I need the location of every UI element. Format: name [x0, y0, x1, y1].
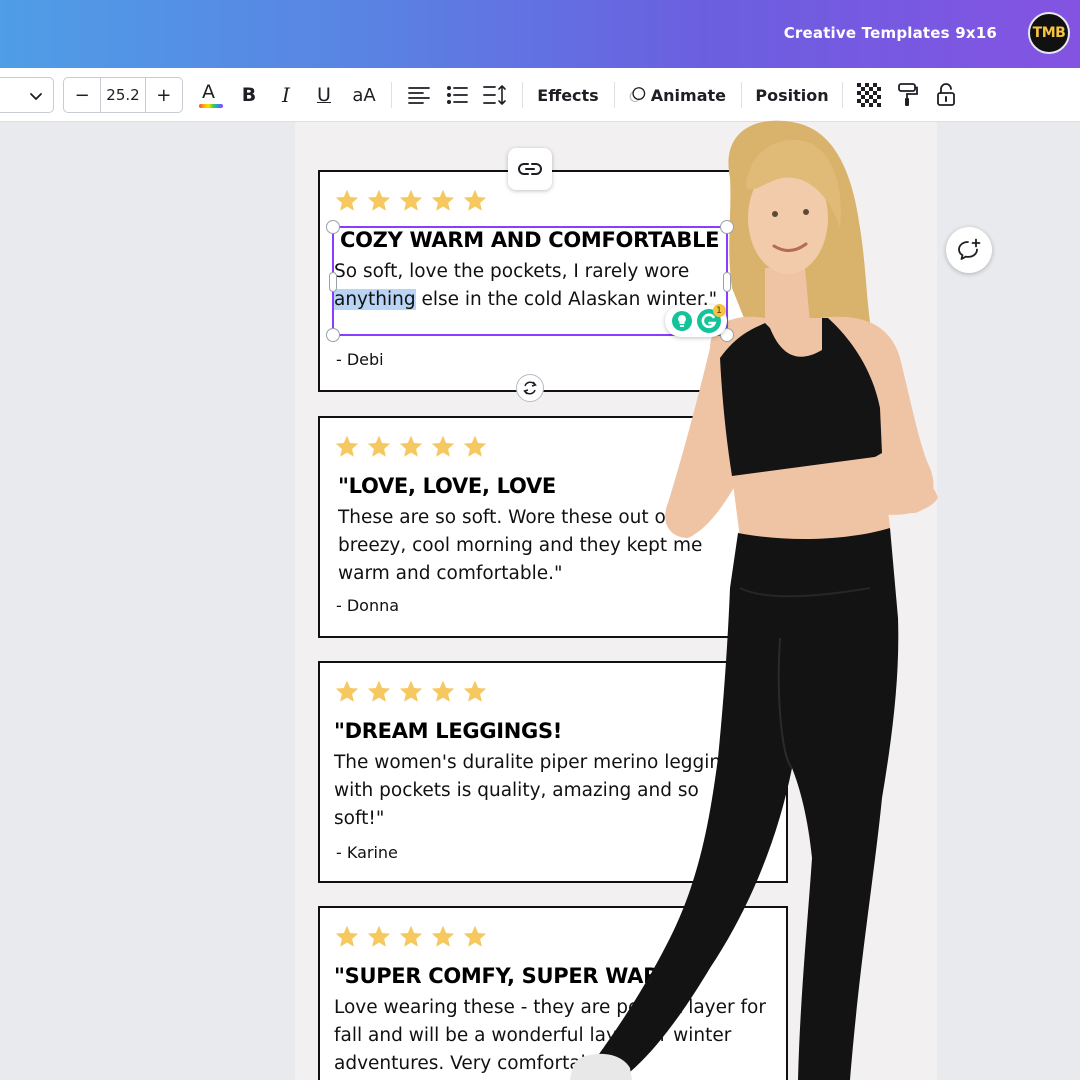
bold-button[interactable]: B — [236, 68, 262, 122]
font-dropdown[interactable] — [0, 77, 54, 113]
position-label: Position — [755, 85, 829, 105]
star-icon — [335, 680, 359, 702]
editor-header: Creative Templates 9x16 TMB — [0, 0, 1080, 68]
star-icon — [367, 435, 391, 457]
letter-case-button[interactable]: aA — [347, 68, 381, 122]
font-size-input[interactable]: 25.2 — [100, 78, 146, 112]
star-icon — [367, 680, 391, 702]
star-rating — [334, 434, 488, 460]
design-title[interactable]: Creative Templates 9x16 — [784, 24, 997, 42]
star-icon — [463, 680, 487, 702]
text-color-glyph: A — [202, 81, 215, 103]
italic-button[interactable]: I — [273, 68, 299, 122]
user-avatar[interactable]: TMB — [1028, 12, 1070, 54]
star-icon — [431, 435, 455, 457]
star-icon — [367, 925, 391, 947]
paint-roller-icon — [898, 83, 918, 106]
animate-icon — [629, 87, 646, 103]
transparency-icon — [857, 83, 881, 107]
review-headline[interactable]: "LOVE, LOVE, LOVE — [338, 474, 556, 498]
effects-label: Effects — [537, 85, 599, 105]
star-icon — [399, 189, 423, 211]
star-icon — [335, 925, 359, 947]
star-rating — [334, 679, 488, 705]
animate-label: Animate — [650, 85, 726, 105]
position-button[interactable]: Position — [755, 68, 829, 122]
review-headline[interactable]: "DREAM LEGGINGS! — [334, 719, 562, 743]
rotate-icon — [523, 381, 537, 395]
star-icon — [399, 925, 423, 947]
lock-icon — [937, 83, 955, 106]
star-icon — [431, 680, 455, 702]
increase-font-size-button[interactable]: + — [146, 78, 182, 112]
list-button[interactable] — [443, 68, 471, 122]
rotate-handle[interactable] — [516, 374, 544, 402]
bullet-list-icon — [447, 86, 468, 104]
lock-button[interactable] — [933, 68, 959, 122]
font-size-stepper[interactable]: − 25.2 + — [63, 77, 183, 113]
star-icon — [431, 925, 455, 947]
star-icon — [431, 189, 455, 211]
resize-handle-right[interactable] — [723, 272, 731, 292]
star-icon — [463, 435, 487, 457]
grammarly-icon[interactable]: 1 — [696, 304, 726, 334]
review-author: - Donna — [336, 596, 400, 615]
star-icon — [399, 680, 423, 702]
star-icon — [335, 189, 359, 211]
animate-button[interactable]: Animate — [628, 68, 726, 122]
grammarly-badge: 1 — [712, 304, 726, 317]
star-icon — [335, 435, 359, 457]
underline-glyph: U — [317, 84, 331, 106]
star-icon — [399, 435, 423, 457]
text-color-button[interactable]: A — [196, 68, 224, 122]
copy-style-button[interactable] — [895, 68, 921, 122]
star-rating — [334, 924, 488, 950]
review-author: - Debi — [336, 350, 384, 369]
spacing-button[interactable] — [481, 68, 509, 122]
star-icon — [463, 189, 487, 211]
letter-case-glyph: aA — [352, 84, 376, 106]
align-button[interactable] — [405, 68, 433, 122]
resize-handle-left[interactable] — [329, 272, 337, 292]
chevron-down-icon — [30, 93, 42, 100]
align-left-icon — [408, 87, 430, 104]
effects-button[interactable]: Effects — [533, 68, 603, 122]
italic-glyph: I — [282, 83, 290, 107]
lightbulb-icon[interactable] — [671, 310, 693, 332]
resize-handle-top-right[interactable] — [720, 220, 734, 234]
transparency-button[interactable] — [856, 68, 882, 122]
line-spacing-icon — [483, 85, 506, 105]
grammarly-widget[interactable]: 1 — [665, 304, 727, 337]
add-comment-icon — [958, 238, 981, 260]
text-color-icon: A — [198, 80, 223, 110]
star-icon — [463, 925, 487, 947]
bold-glyph: B — [241, 84, 257, 106]
resize-handle-top-left[interactable] — [326, 220, 340, 234]
star-rating — [334, 188, 488, 214]
link-button[interactable] — [508, 148, 552, 190]
add-comment-button[interactable] — [946, 227, 992, 273]
link-icon — [518, 163, 542, 175]
text-toolbar: − 25.2 + A B I U aA Effects Animate Posi… — [0, 68, 1080, 122]
underline-button[interactable]: U — [311, 68, 337, 122]
decrease-font-size-button[interactable]: − — [64, 78, 100, 112]
star-icon — [367, 189, 391, 211]
review-author: - Karine — [336, 843, 398, 862]
resize-handle-bottom-left[interactable] — [326, 328, 340, 342]
